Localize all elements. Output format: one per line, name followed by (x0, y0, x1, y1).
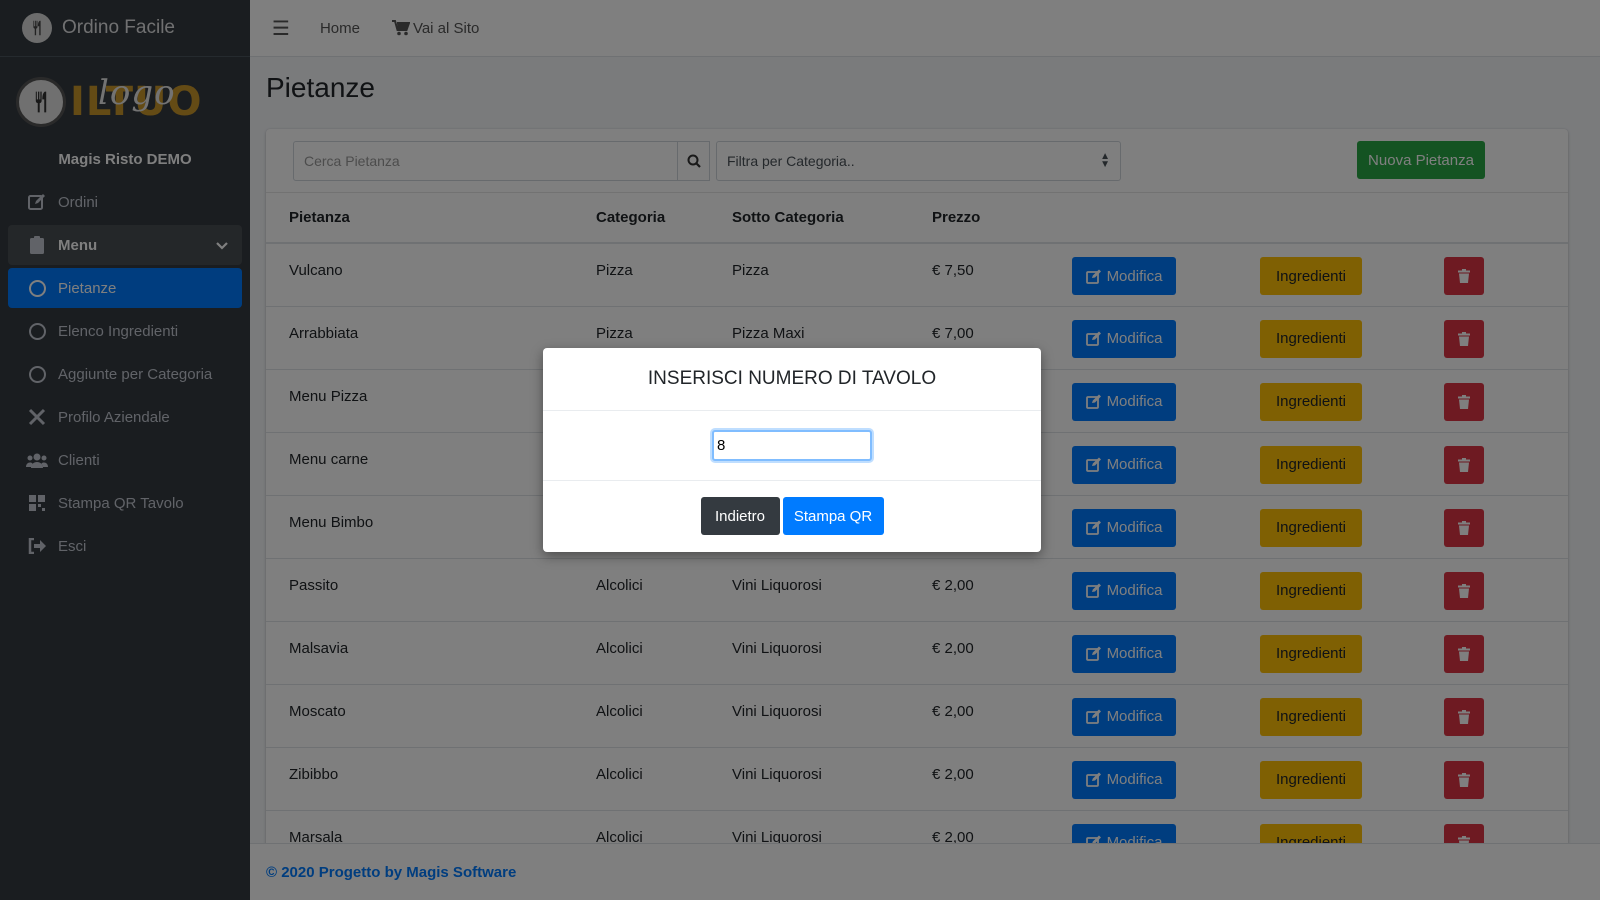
modal-footer: Indietro Stampa QR (543, 481, 1041, 551)
table-number-modal: INSERISCI NUMERO DI TAVOLO Indietro Stam… (543, 348, 1041, 552)
print-qr-button[interactable]: Stampa QR (782, 497, 884, 535)
table-number-input[interactable] (712, 430, 872, 461)
back-button[interactable]: Indietro (700, 497, 780, 535)
modal-body (543, 411, 1041, 481)
modal-title: INSERISCI NUMERO DI TAVOLO (543, 348, 1041, 411)
